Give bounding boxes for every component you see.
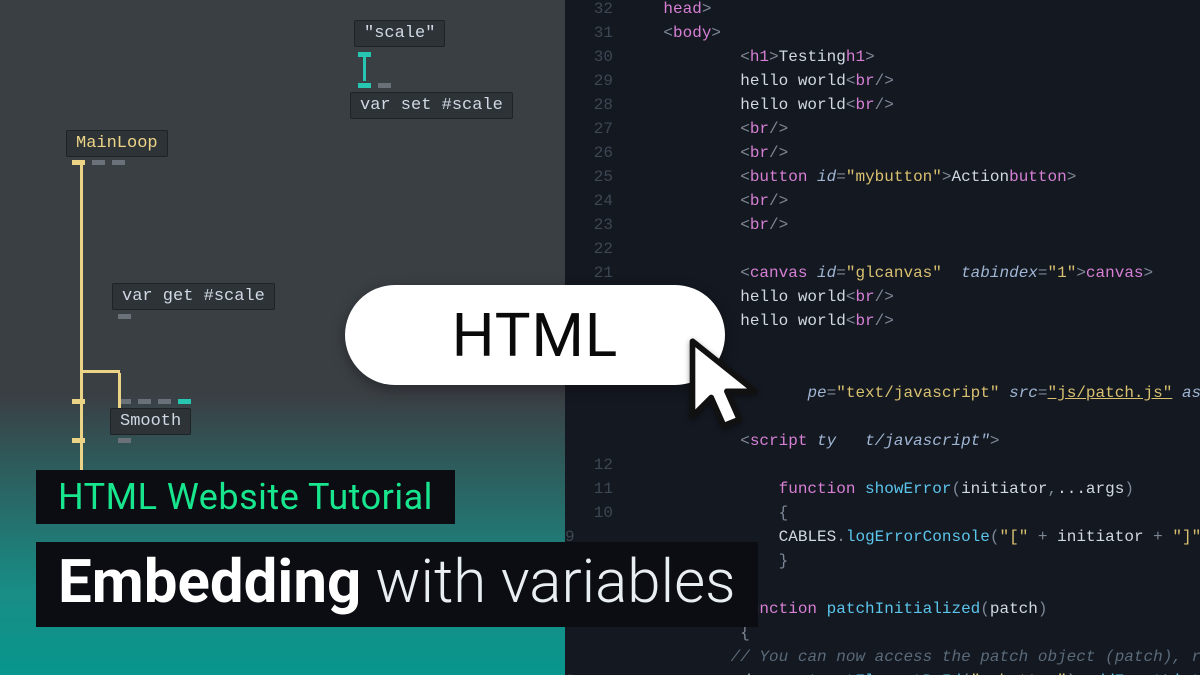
node-label: MainLoop xyxy=(76,134,158,153)
code-line: // You can now access the patch object (… xyxy=(565,648,1200,672)
port[interactable] xyxy=(178,399,191,404)
port[interactable] xyxy=(138,399,151,404)
port[interactable] xyxy=(72,399,85,404)
code-line: pe="text/javascript" src="js/patch.js" a… xyxy=(565,384,1200,408)
node-var-get[interactable]: var get #scale xyxy=(112,283,275,310)
title-bold: Embedding xyxy=(58,546,361,617)
code-line: 22 xyxy=(565,240,1200,264)
html-pill: HTML xyxy=(345,285,725,385)
port-out[interactable] xyxy=(118,438,131,443)
code-line: 27 <br/> xyxy=(565,120,1200,144)
line-number: 11 xyxy=(565,480,625,498)
code-line: <script ty t/javascript"> xyxy=(565,432,1200,456)
cursor-icon xyxy=(680,335,780,439)
line-number: 28 xyxy=(565,96,625,114)
tutorial-thumbnail: 32 head>31 <body>30 <h1>Testingh1>29 hel… xyxy=(0,0,1200,675)
node-var-set[interactable]: var set #scale xyxy=(350,92,513,119)
port[interactable] xyxy=(158,399,171,404)
wire-v2 xyxy=(118,373,121,408)
code-line: 11 function showError(initiator,...args) xyxy=(565,480,1200,504)
port[interactable] xyxy=(112,118,125,123)
code-line: 26 <br/> xyxy=(565,144,1200,168)
title-light: with variables xyxy=(375,546,735,617)
node-label: "scale" xyxy=(364,24,435,43)
pill-label: HTML xyxy=(452,300,618,371)
code-line: 24 <br/> xyxy=(565,192,1200,216)
line-number: 24 xyxy=(565,192,625,210)
line-number: 12 xyxy=(565,456,625,474)
port[interactable] xyxy=(72,438,85,443)
code-line: 30 <h1>Testingh1> xyxy=(565,48,1200,72)
port-out[interactable] xyxy=(118,314,131,319)
port[interactable] xyxy=(72,118,85,123)
line-number: 30 xyxy=(565,48,625,66)
port[interactable] xyxy=(152,118,165,123)
port[interactable] xyxy=(112,160,125,165)
line-number: 22 xyxy=(565,240,625,258)
code-line: 25 <button id="mybutton">Actionbutton> xyxy=(565,168,1200,192)
port-out[interactable] xyxy=(72,160,85,165)
subtitle-text: HTML Website Tutorial xyxy=(58,476,433,518)
code-line: { xyxy=(565,624,1200,648)
node-mainloop[interactable]: MainLoop xyxy=(66,130,168,157)
node-label: var get #scale xyxy=(122,287,265,306)
wire-h xyxy=(80,370,120,373)
line-number: 29 xyxy=(565,72,625,90)
line-number: 23 xyxy=(565,216,625,234)
code-line: 31 <body> xyxy=(565,24,1200,48)
line-number: 10 xyxy=(565,504,625,522)
code-line: 10 { xyxy=(565,504,1200,528)
node-label: var set #scale xyxy=(360,96,503,115)
port[interactable] xyxy=(92,118,105,123)
line-number: 26 xyxy=(565,144,625,162)
wire-teal xyxy=(363,57,366,81)
code-line: 28 hello world<br/> xyxy=(565,96,1200,120)
port[interactable] xyxy=(92,160,105,165)
node-scale-string[interactable]: "scale" xyxy=(354,20,445,47)
port[interactable] xyxy=(132,118,145,123)
line-number: 25 xyxy=(565,168,625,186)
subtitle-bar: HTML Website Tutorial xyxy=(36,470,455,524)
code-line: 29 hello world<br/> xyxy=(565,72,1200,96)
code-line: 23 <br/> xyxy=(565,216,1200,240)
wire-vertical xyxy=(80,160,83,490)
line-number: 32 xyxy=(565,0,625,18)
code-line: 32 head> xyxy=(565,0,1200,24)
line-number: 31 xyxy=(565,24,625,42)
title-bar: Embeddingwith variables xyxy=(36,542,758,627)
node-smooth[interactable]: Smooth xyxy=(110,408,191,435)
node-label: Smooth xyxy=(120,412,181,431)
line-number: 27 xyxy=(565,120,625,138)
port-in-2[interactable] xyxy=(378,83,391,88)
code-line: 12 xyxy=(565,456,1200,480)
port-in[interactable] xyxy=(358,83,371,88)
line-number: 21 xyxy=(565,264,625,282)
code-line xyxy=(565,408,1200,432)
